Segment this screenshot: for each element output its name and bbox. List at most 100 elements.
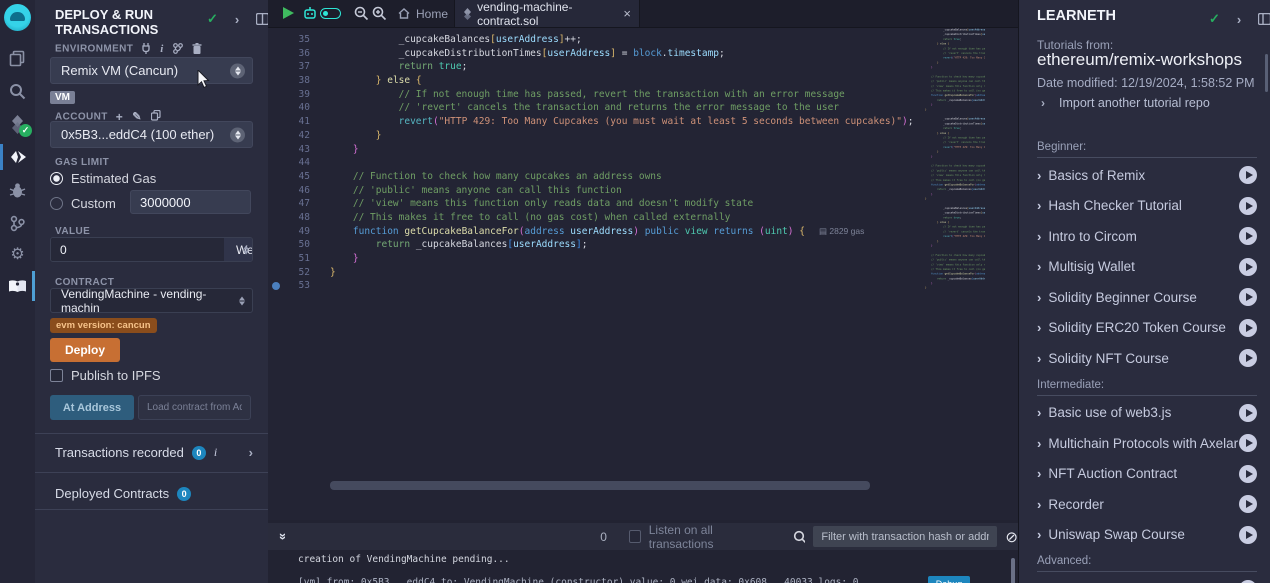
panel-expand-icon[interactable]: ›	[235, 12, 239, 27]
deploy-run-icon[interactable]	[0, 143, 35, 171]
contract-select[interactable]: VendingMachine - vending-machin	[50, 288, 253, 313]
code-line[interactable]: 46 // 'public' means anyone can call thi…	[268, 184, 1018, 198]
solidity-compiler-icon[interactable]: ✓	[0, 110, 35, 138]
terminal-search-icon[interactable]	[793, 530, 806, 544]
breakpoint-gutter[interactable]	[268, 211, 284, 225]
tutorial-play-icon[interactable]	[1239, 227, 1257, 245]
breakpoint-gutter[interactable]	[268, 88, 284, 102]
breakpoint-gutter[interactable]	[268, 197, 284, 211]
tab-vending-machine-contract[interactable]: vending-machine-contract.sol ×	[454, 0, 640, 27]
code-line[interactable]: 47 // 'view' means this function only re…	[268, 197, 1018, 211]
tutorial-item[interactable]: ›Solidity ERC20 Token Course	[1037, 313, 1257, 344]
terminal-scrollbar[interactable]	[1011, 558, 1015, 583]
tutorial-item[interactable]: ›Recorder	[1037, 489, 1257, 520]
tutorial-item[interactable]: ›Intro to Circom	[1037, 221, 1257, 252]
code-line[interactable]: 41 revert("HTTP 429: Too Many Cupcakes (…	[268, 115, 1018, 129]
remix-logo-icon[interactable]	[4, 4, 31, 31]
at-address-input[interactable]	[138, 395, 251, 420]
learneth-expand-icon[interactable]: ›	[1237, 12, 1241, 27]
debugger-icon[interactable]	[0, 176, 35, 204]
debug-button[interactable]: Debug	[928, 576, 970, 583]
breakpoint-gutter[interactable]	[268, 184, 284, 198]
code-line[interactable]: 42 }	[268, 129, 1018, 143]
expand-terminal-icon[interactable]: «	[274, 533, 289, 540]
tutorial-item[interactable]: ›Solidity NFT Course	[1037, 343, 1257, 374]
ai-assistant-robot-icon[interactable]	[303, 6, 317, 20]
run-script-icon[interactable]	[283, 7, 294, 19]
fork-environment-icon[interactable]	[173, 43, 183, 54]
breakpoint-dot[interactable]	[272, 282, 280, 290]
tutorial-play-icon[interactable]	[1239, 526, 1257, 544]
tutorial-item[interactable]: ›Uniswap Swap Course	[1037, 520, 1257, 551]
tutorial-play-icon[interactable]	[1239, 288, 1257, 306]
env-info-icon[interactable]: i	[160, 43, 163, 55]
tutorial-play-icon[interactable]	[1239, 404, 1257, 422]
breakpoint-gutter[interactable]	[268, 170, 284, 184]
tutorial-play-icon[interactable]	[1239, 495, 1257, 513]
code-line[interactable]: 53	[268, 279, 1018, 293]
breakpoint-gutter[interactable]	[268, 156, 284, 170]
tutorial-play-icon[interactable]	[1239, 349, 1257, 367]
code-line[interactable]: 52}	[268, 266, 1018, 280]
tutorial-play-icon[interactable]	[1239, 465, 1257, 483]
at-address-button[interactable]: At Address	[50, 395, 134, 420]
code-line[interactable]: 43 }	[268, 143, 1018, 157]
listen-transactions-checkbox[interactable]	[629, 530, 641, 543]
editor-horizontal-scrollbar[interactable]	[330, 481, 870, 490]
deploy-button[interactable]: Deploy	[50, 338, 120, 362]
code-line[interactable]: 45 // Function to check how many cupcake…	[268, 170, 1018, 184]
transactions-expand-icon[interactable]: ›	[249, 445, 253, 460]
custom-gas-input[interactable]	[130, 190, 251, 214]
plug-icon[interactable]	[141, 43, 151, 54]
learneth-scrollbar[interactable]	[1265, 54, 1268, 92]
copy-account-icon[interactable]	[151, 110, 161, 121]
code-line[interactable]: 38 } else {	[268, 74, 1018, 88]
code-line[interactable]: 49 function getCupcakeBalanceFor(address…	[268, 225, 1018, 239]
zoom-in-icon[interactable]	[372, 6, 387, 21]
tutorial-item[interactable]: ›Hash Checker Tutorial	[1037, 191, 1257, 222]
breakpoint-gutter[interactable]	[268, 252, 284, 266]
delete-environment-icon[interactable]	[192, 43, 202, 54]
learneth-pin-panel-icon[interactable]	[1258, 13, 1270, 25]
code-line[interactable]: 39 // If not enough time has passed, rev…	[268, 88, 1018, 102]
breakpoint-gutter[interactable]	[268, 279, 284, 293]
tab-home[interactable]: Home	[390, 0, 456, 27]
editor-minimap[interactable]: _cupcakeBalances[userAddress]++; _cupcak…	[925, 28, 985, 312]
tutorial-item[interactable]: ›Multisig Wallet	[1037, 252, 1257, 283]
code-line[interactable]: 50 return _cupcakeBalances[userAddress];	[268, 238, 1018, 252]
breakpoint-gutter[interactable]	[268, 60, 284, 74]
tutorial-play-icon[interactable]	[1239, 319, 1257, 337]
breakpoint-gutter[interactable]	[268, 129, 284, 143]
copilot-toggle[interactable]	[320, 8, 341, 19]
tutorial-play-icon[interactable]	[1239, 258, 1257, 276]
tutorial-item[interactable]: ›NFT Auction Contract	[1037, 459, 1257, 490]
code-line[interactable]: 40 // 'revert' cancels the transaction a…	[268, 101, 1018, 115]
breakpoint-gutter[interactable]	[268, 266, 284, 280]
tutorial-play-icon[interactable]	[1239, 197, 1257, 215]
custom-gas-radio[interactable]	[50, 197, 63, 210]
code-line[interactable]: 36 _cupcakeDistributionTimes[userAddress…	[268, 47, 1018, 61]
tutorial-item[interactable]: ›Solidity Beginner Course	[1037, 282, 1257, 313]
code-line[interactable]: 35 _cupcakeBalances[userAddress]++;	[268, 33, 1018, 47]
terminal-filter-input[interactable]	[813, 526, 997, 547]
clear-console-icon[interactable]: ⊘	[1005, 528, 1018, 546]
zoom-out-icon[interactable]	[354, 6, 369, 21]
settings-icon[interactable]: ⚙	[0, 240, 35, 268]
breakpoint-gutter[interactable]	[268, 225, 284, 239]
tutorial-item[interactable]: ›Multichain Protocols with Axelar	[1037, 428, 1257, 459]
breakpoint-gutter[interactable]	[268, 33, 284, 47]
import-tutorial-repo[interactable]: › Import another tutorial repo	[1041, 96, 1210, 110]
breakpoint-gutter[interactable]	[268, 74, 284, 88]
file-explorer-icon[interactable]	[0, 44, 35, 72]
code-line[interactable]: 44	[268, 156, 1018, 170]
breakpoint-gutter[interactable]	[268, 115, 284, 129]
tutorial-play-icon[interactable]	[1239, 166, 1257, 184]
tutorial-item[interactable]: ›Basic use of web3.js	[1037, 398, 1257, 429]
estimated-gas-radio[interactable]	[50, 172, 63, 185]
code-line[interactable]: 51 }	[268, 252, 1018, 266]
breakpoint-gutter[interactable]	[268, 238, 284, 252]
source-control-icon[interactable]	[0, 209, 35, 237]
publish-ipfs-checkbox[interactable]	[50, 369, 63, 382]
tutorial-item[interactable]: ›All about Proxy Contracts	[1037, 574, 1257, 583]
environment-select[interactable]: Remix VM (Cancun)	[50, 57, 253, 84]
